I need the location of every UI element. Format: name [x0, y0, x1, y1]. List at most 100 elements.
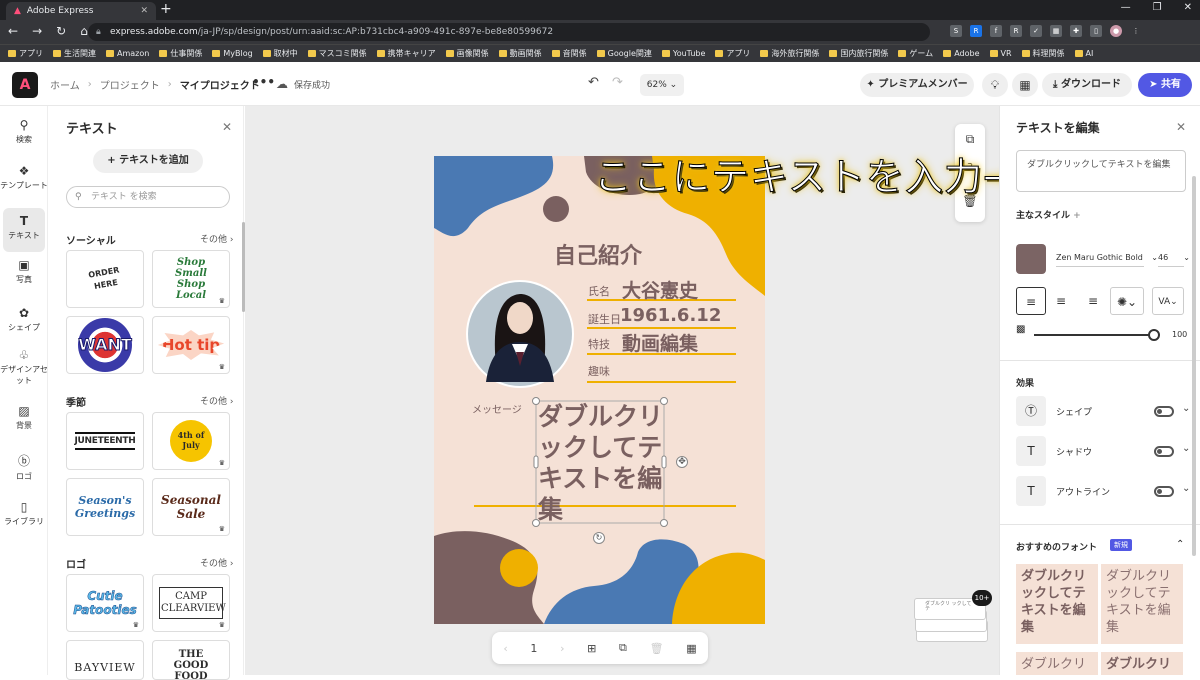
rail-item-photo[interactable]: ▣ 写真	[0, 258, 48, 285]
bookmark-item[interactable]: ゲーム	[898, 48, 933, 59]
bookmark-item[interactable]: 取材中	[262, 48, 298, 59]
more-options-button[interactable]: •••	[252, 75, 275, 89]
breadcrumb-my-projects[interactable]: マイプロジェクト	[180, 77, 260, 92]
rail-item-asset[interactable]: ♧ デザインアセット	[0, 348, 48, 386]
next-page-icon[interactable]: ›	[560, 642, 564, 655]
reload-icon[interactable]: ↻	[56, 24, 66, 38]
back-icon[interactable]: ←	[8, 24, 18, 38]
rail-item-search[interactable]: ⚲ 検索	[0, 118, 48, 145]
breadcrumb-projects[interactable]: プロジェクト	[100, 77, 160, 92]
value-name[interactable]: 大谷憲史	[622, 276, 698, 303]
duplicate-icon[interactable]: ⧉	[955, 132, 985, 147]
bookmark-item[interactable]: 仕事関係	[159, 48, 202, 59]
style-options-button[interactable]: ✺⌄	[1110, 287, 1144, 315]
bookmark-item[interactable]: Adobe	[943, 49, 980, 58]
forward-icon[interactable]: →	[32, 24, 42, 38]
bookmark-item[interactable]: 海外旅行関係	[760, 48, 819, 59]
label-birthday[interactable]: 誕生日	[588, 311, 621, 327]
opacity-slider-track[interactable]	[1034, 334, 1154, 336]
extension-icon[interactable]: ▦	[1050, 25, 1062, 37]
bookmark-item[interactable]: 画像関係	[445, 48, 489, 59]
text-template-card[interactable]: Season's Greetings	[66, 478, 144, 536]
text-edit-input[interactable]: ダブルクリックしてテキストを編集	[1016, 150, 1186, 192]
text-template-card[interactable]: ORDER HERE	[66, 250, 144, 308]
text-color-swatch[interactable]	[1016, 244, 1046, 274]
text-template-card[interactable]: WANT	[66, 316, 144, 374]
text-search-input[interactable]: ⚲ テキスト を検索	[66, 186, 230, 208]
align-center-button[interactable]: ≡	[1046, 287, 1076, 315]
text-template-card[interactable]: Shop Small Shop Local ♛	[152, 250, 230, 308]
align-left-button[interactable]: ≡	[1016, 287, 1046, 315]
menu-dots-icon[interactable]: ⋮	[1130, 25, 1142, 37]
url-field[interactable]: 🔒︎ express.adobe.com/ja-JP/sp/design/post…	[88, 23, 930, 41]
font-sample-card[interactable]: ダブルクリ	[1016, 652, 1098, 675]
move-handle-icon[interactable]: ✥	[676, 456, 688, 468]
bookmark-item[interactable]: 携帯キャリア	[376, 48, 436, 59]
design-page[interactable]: 自己紹介 氏名 大谷憲史 誕生日 1961.6.12 特技 動画編集 趣味 メッ…	[434, 156, 765, 624]
text-template-card[interactable]: Cutie Patooties ♛	[66, 574, 144, 632]
extension-icon[interactable]: ✓	[1030, 25, 1042, 37]
text-template-card[interactable]: CAMP CLEARVIEW ♛	[152, 574, 230, 632]
align-right-button[interactable]: ≡	[1078, 287, 1108, 315]
font-sample-card[interactable]: ダブルクリ	[1101, 652, 1183, 675]
see-more-link[interactable]: その他 ›	[200, 394, 233, 407]
extension-icon[interactable]: R	[1010, 25, 1022, 37]
text-template-card[interactable]: Hot tip ♛	[152, 316, 230, 374]
bookmark-item[interactable]: Amazon	[106, 49, 149, 58]
minimize-icon[interactable]: —	[1121, 2, 1131, 13]
font-sample-card[interactable]: ダブルクリ ックしてテ キストを編 集	[1016, 564, 1098, 644]
close-window-icon[interactable]: ✕	[1184, 2, 1192, 13]
zoom-dropdown[interactable]: 62% ⌄	[640, 74, 684, 96]
lightbulb-button[interactable]: 💡︎	[982, 73, 1008, 97]
label-name[interactable]: 氏名	[588, 283, 610, 299]
rail-item-text[interactable]: T テキスト	[3, 208, 45, 252]
sidebar-icon[interactable]: ▯	[1090, 25, 1102, 37]
adobe-express-logo-icon[interactable]: A	[12, 72, 38, 98]
text-template-card[interactable]: Seasonal Sale ♛	[152, 478, 230, 536]
chevron-down-icon[interactable]: ⌄	[1182, 403, 1190, 414]
plus-icon[interactable]: +	[1073, 211, 1081, 221]
opacity-slider-handle[interactable]	[1148, 329, 1160, 341]
rotate-handle-icon[interactable]: ↻	[593, 532, 605, 544]
bookmark-item[interactable]: 音関係	[551, 48, 587, 59]
redo-button[interactable]: ↷	[612, 75, 623, 90]
bookmark-item[interactable]: アプリ	[8, 48, 43, 59]
add-page-icon[interactable]: ⊞	[587, 642, 596, 655]
extension-icon[interactable]: S	[950, 25, 962, 37]
close-icon[interactable]: ✕	[222, 120, 232, 134]
toggle-switch[interactable]	[1154, 486, 1174, 497]
chevron-up-icon[interactable]: ⌃	[1176, 539, 1184, 550]
bookmark-item[interactable]: 国内旅行関係	[829, 48, 888, 59]
label-hobby[interactable]: 趣味	[588, 363, 610, 379]
chevron-down-icon[interactable]: ⌄	[1182, 483, 1190, 494]
rail-item-template[interactable]: ❖ テンプレート	[0, 164, 48, 191]
value-birthday[interactable]: 1961.6.12	[620, 305, 721, 326]
bookmark-item[interactable]: Google関連	[596, 48, 652, 59]
effect-row-outline[interactable]: T アウトライン ⌄	[1016, 476, 1192, 506]
chevron-down-icon[interactable]: ⌄	[1182, 443, 1190, 454]
download-button[interactable]: ⤓ ダウンロード	[1042, 73, 1132, 97]
design-title[interactable]: 自己紹介	[554, 238, 642, 270]
bookmark-item[interactable]: 動画関係	[498, 48, 542, 59]
text-template-card[interactable]: THE GOOD FOOD	[152, 640, 230, 680]
add-text-button[interactable]: + テキストを追加	[93, 149, 203, 173]
letter-spacing-button[interactable]: VA⌄	[1152, 287, 1184, 315]
profile-avatar[interactable]: ●	[1110, 25, 1122, 37]
opacity-value[interactable]: 100	[1172, 330, 1187, 339]
extension-icon[interactable]: R	[970, 25, 982, 37]
bookmark-item[interactable]: アプリ	[715, 48, 750, 59]
bookmark-item[interactable]: 生活関連	[53, 48, 96, 59]
rail-item-library[interactable]: ▯ ライブラリ	[0, 500, 48, 527]
bookmark-item[interactable]: MyBlog	[212, 49, 253, 58]
bookmark-item[interactable]: マスコミ関係	[307, 48, 367, 59]
close-icon[interactable]: ✕	[1176, 120, 1186, 134]
duplicate-page-icon[interactable]: ⧉	[619, 641, 627, 655]
panel-scrollbar[interactable]	[1192, 176, 1196, 556]
message-label[interactable]: メッセージ	[472, 401, 522, 416]
premium-member-button[interactable]: ✦ プレミアムメンバー	[860, 73, 974, 97]
font-family-dropdown[interactable]: Zen Maru Gothic Bold ⌄	[1056, 253, 1158, 267]
calendar-button[interactable]: ▦	[1012, 73, 1038, 97]
effect-row-shape[interactable]: Ⓣ シェイプ ⌄	[1016, 396, 1192, 426]
browser-tab[interactable]: ▲ Adobe Express ✕	[6, 2, 156, 20]
bookmark-item[interactable]: VR	[989, 49, 1012, 58]
